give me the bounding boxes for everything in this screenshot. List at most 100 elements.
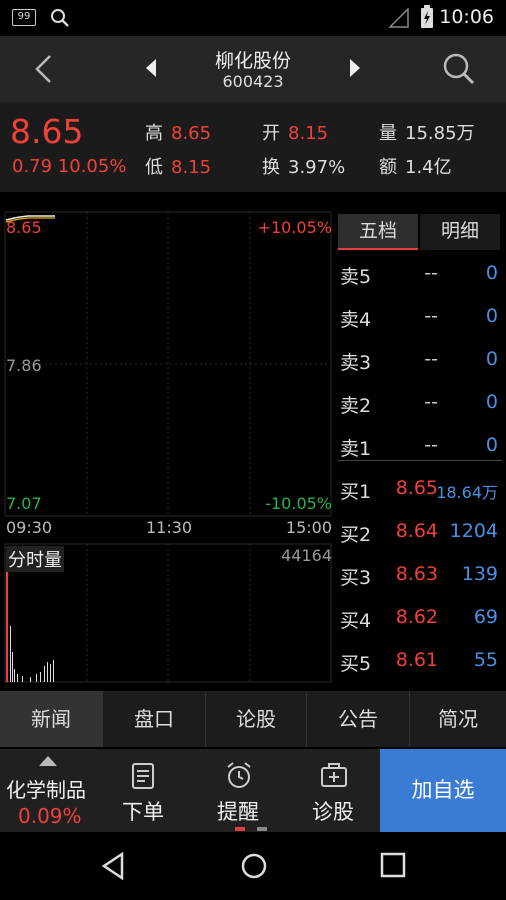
bid-price: 8.64: [395, 520, 438, 542]
alert-button[interactable]: 提醒: [193, 749, 283, 832]
quote-summary: 8.65 0.79 10.05% 高 8.65 低 8.15 开 8.15 换 3.97…: [0, 102, 506, 192]
ask-label: 卖2: [340, 395, 372, 417]
notification-badge: 99: [12, 9, 36, 26]
info-tabs: 新闻 盘口 论股 公告 简况: [0, 691, 506, 747]
bid-label: 买4: [340, 610, 372, 632]
ask-price: --: [424, 348, 438, 370]
bid-label: 买3: [340, 567, 372, 589]
order-book: 五档 明细 卖5 -- 0 卖4 -- 0 卖3 -- 0 卖2 -- 0 卖1…: [338, 214, 502, 684]
order-icon: [132, 763, 154, 789]
amount-label: 额: [379, 157, 397, 178]
ask-row: 卖2 -- 0: [338, 383, 502, 426]
high-label: 高: [145, 123, 163, 144]
book-divider: [338, 460, 502, 461]
bid-volume: 139: [461, 563, 498, 585]
signal-icon: [388, 8, 409, 28]
order-button[interactable]: 下单: [98, 749, 188, 832]
action-bar: 化学制品 0.09% 下单 提醒 诊股 加自选: [0, 749, 506, 832]
alert-label: 提醒: [217, 800, 259, 824]
expand-up-icon[interactable]: [38, 755, 58, 767]
price-low-label: 7.07: [6, 494, 42, 513]
page-indicator: [257, 827, 267, 831]
tab-five-levels[interactable]: 五档: [338, 214, 418, 250]
ask-label: 卖1: [340, 438, 372, 460]
volume-value: 15.85万: [405, 123, 475, 144]
volume-panel-label: 分时量: [6, 546, 64, 572]
stock-name: 柳化股份: [214, 50, 291, 72]
order-book-tabs: 五档 明细: [338, 214, 502, 250]
tab-profile[interactable]: 简况: [410, 691, 506, 747]
ask-row: 卖4 -- 0: [338, 297, 502, 340]
ask-row: 卖1 -- 0: [338, 426, 502, 469]
turnover-value: 3.97%: [288, 157, 346, 178]
amount-stat: 额 1.4亿: [379, 153, 452, 179]
sector-name[interactable]: 化学制品: [6, 774, 86, 803]
status-bar: 99 10:06: [0, 0, 506, 36]
turnover-stat: 换 3.97%: [262, 153, 345, 179]
ask-label: 卖4: [340, 309, 372, 331]
intraday-chart[interactable]: 8.65 +10.05% 7.86 7.07 -10.05% 09:30 11:…: [0, 204, 336, 684]
pct-high-label: +10.05%: [257, 218, 332, 237]
bid-price: 8.62: [395, 606, 438, 628]
ask-volume: 0: [485, 391, 498, 413]
bid-price: 8.63: [395, 563, 438, 585]
volume-max-label: 44164: [281, 546, 332, 565]
ask-label: 卖3: [340, 352, 372, 374]
bid-price: 8.61: [395, 649, 438, 671]
bid-volume: 69: [473, 606, 498, 628]
clock: 10:06: [439, 6, 494, 28]
bid-row: 买5 8.61 55: [338, 641, 502, 684]
tab-discussion[interactable]: 论股: [206, 691, 306, 747]
last-price: 8.65: [10, 112, 84, 151]
ask-row: 卖3 -- 0: [338, 340, 502, 383]
tab-market[interactable]: 盘口: [103, 691, 205, 747]
ask-volume: 0: [485, 262, 498, 284]
bid-label: 买2: [340, 524, 372, 546]
price-change: 0.79 10.05%: [12, 156, 127, 177]
stock-header: 柳化股份 600423: [0, 36, 506, 102]
high-stat: 高 8.65: [145, 119, 211, 145]
bid-volume: 18.64万: [436, 483, 498, 502]
bid-row: 买2 8.64 1204: [338, 512, 502, 555]
volume-label: 量: [379, 123, 397, 144]
medical-kit-icon: [321, 763, 347, 787]
bid-label: 买1: [340, 481, 372, 503]
diagnose-label: 诊股: [312, 800, 354, 824]
open-stat: 开 8.15: [262, 119, 328, 145]
tab-announcements[interactable]: 公告: [307, 691, 409, 747]
chart-grid: [4, 211, 332, 683]
ask-volume: 0: [485, 348, 498, 370]
bid-volume: 1204: [449, 520, 498, 542]
low-value: 8.15: [171, 157, 212, 178]
recents-nav-icon[interactable]: [380, 852, 406, 878]
bid-row: 买1 8.65 18.64万: [338, 469, 502, 512]
stock-code: 600423: [222, 72, 284, 91]
price-high-label: 8.65: [6, 218, 42, 237]
back-nav-icon[interactable]: [100, 852, 126, 880]
search-icon[interactable]: [442, 52, 476, 86]
volume-stat: 量 15.85万: [379, 119, 475, 145]
sector-change: 0.09%: [18, 804, 82, 828]
add-watchlist-button[interactable]: 加自选: [380, 749, 506, 832]
low-stat: 低 8.15: [145, 153, 211, 179]
battery-icon: [421, 5, 433, 28]
bid-volume: 55: [473, 649, 498, 671]
open-label: 开: [262, 123, 280, 144]
bid-row: 买4 8.62 69: [338, 598, 502, 641]
bid-price: 8.65: [395, 477, 438, 499]
home-nav-icon[interactable]: [240, 852, 268, 880]
alarm-clock-icon: [227, 762, 251, 788]
bid-row: 买3 8.63 139: [338, 555, 502, 598]
ask-price: --: [424, 391, 438, 413]
next-stock-icon[interactable]: [348, 58, 362, 78]
search-status-icon: [51, 9, 69, 27]
ask-price: --: [424, 305, 438, 327]
ask-price: --: [424, 434, 438, 456]
diagnose-button[interactable]: 诊股: [288, 749, 378, 832]
order-label: 下单: [122, 800, 164, 824]
low-label: 低: [145, 157, 163, 178]
tab-news[interactable]: 新闻: [0, 691, 102, 747]
tab-detail[interactable]: 明细: [420, 214, 500, 250]
high-value: 8.65: [171, 123, 212, 144]
ask-volume: 0: [485, 305, 498, 327]
